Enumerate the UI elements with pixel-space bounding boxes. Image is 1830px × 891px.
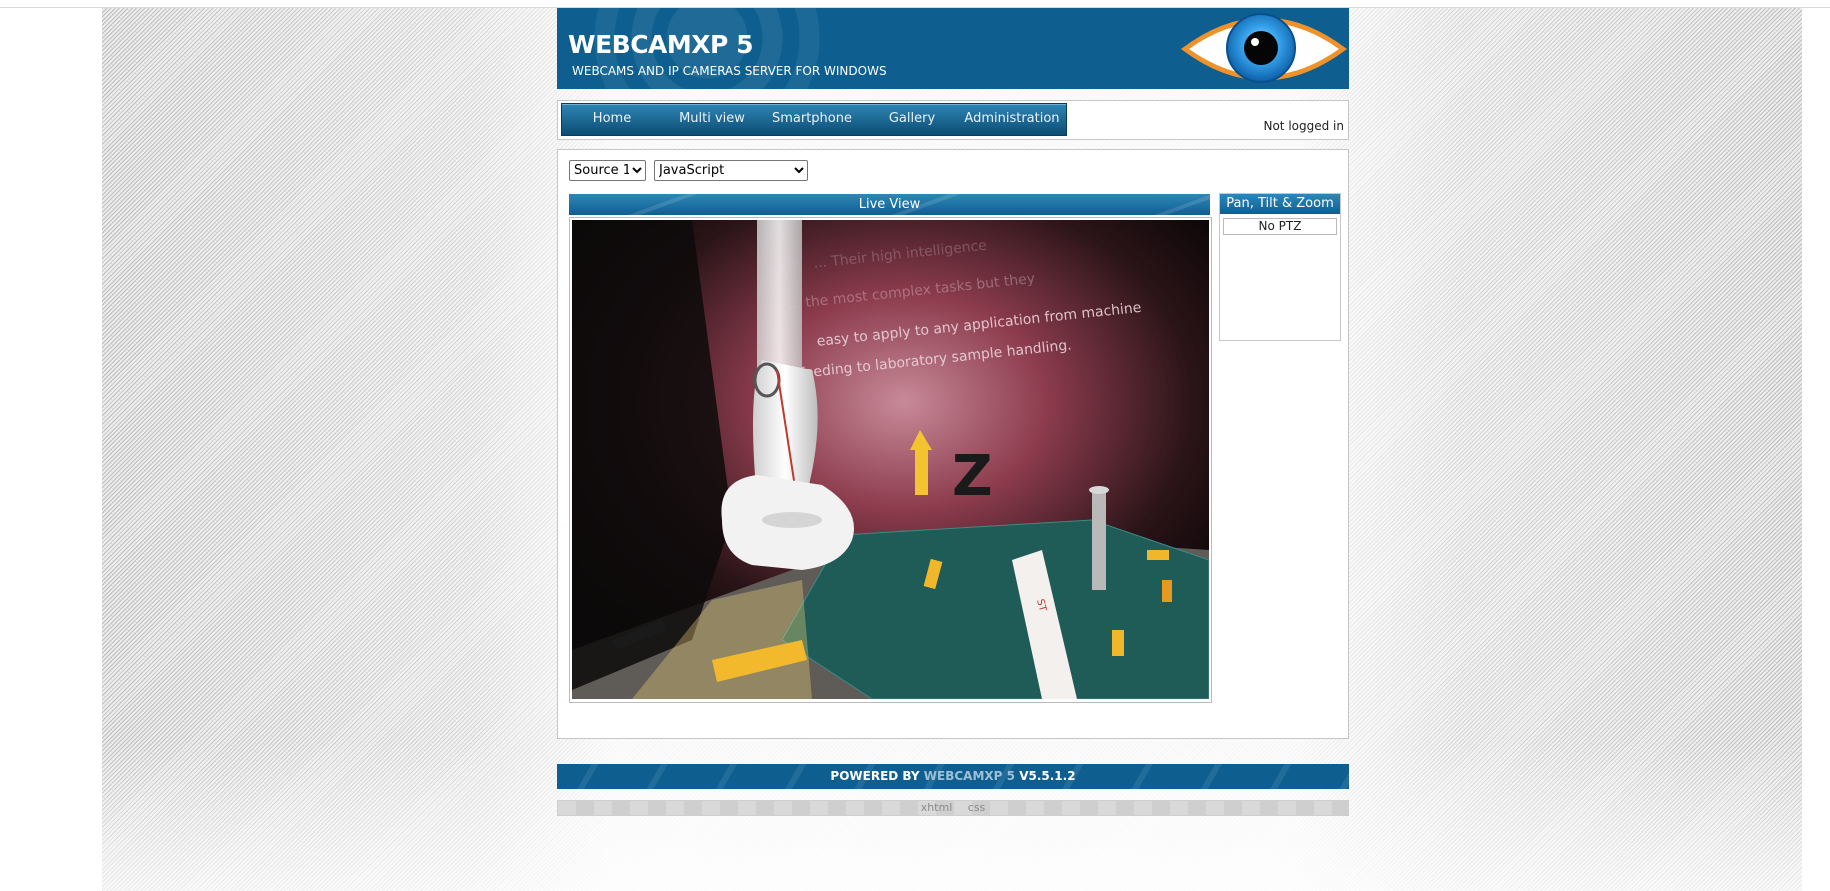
validator-links: xhtml css [557, 800, 1349, 816]
eye-logo-icon [1181, 13, 1347, 83]
source-select[interactable]: Source 1 [569, 160, 646, 181]
live-view-header: Live View [569, 194, 1210, 215]
footer-brand-link[interactable]: WEBCAMXP 5 [924, 769, 1015, 783]
camera-feed-image[interactable]: ... Their high intelligence ... the most… [572, 220, 1209, 699]
css-link[interactable]: css [968, 801, 986, 814]
site-header: WEBCAMXP 5 WEBCAMS AND IP CAMERAS SERVER… [557, 8, 1349, 89]
nav-home[interactable]: Home [562, 104, 662, 135]
live-view-frame: ... Their high intelligence ... the most… [569, 217, 1212, 703]
ptz-panel: Pan, Tilt & Zoom No PTZ [1219, 193, 1341, 341]
content-panel: Source 1 JavaScript Live View ... Their … [557, 149, 1349, 739]
footer-bar: POWERED BY WEBCAMXP 5 V5.5.1.2 [557, 764, 1349, 789]
main-menu: Home Multi view Smartphone Gallery Admin… [561, 103, 1067, 136]
nav-gallery[interactable]: Gallery [862, 104, 962, 135]
nav-bar: Home Multi view Smartphone Gallery Admin… [557, 100, 1349, 140]
site-subtitle: WEBCAMS AND IP CAMERAS SERVER FOR WINDOW… [572, 64, 887, 78]
site-title: WEBCAMXP 5 [568, 30, 753, 59]
ptz-header: Pan, Tilt & Zoom [1220, 194, 1340, 214]
xhtml-link[interactable]: xhtml [921, 801, 953, 814]
footer-version: V5.5.1.2 [1019, 769, 1076, 783]
nav-smartphone[interactable]: Smartphone [762, 104, 862, 135]
view-mode-select[interactable]: JavaScript [654, 160, 808, 181]
nav-multi-view[interactable]: Multi view [662, 104, 762, 135]
login-status: Not logged in [1263, 119, 1344, 133]
nav-administration[interactable]: Administration [962, 104, 1062, 135]
footer-prefix: POWERED BY [830, 769, 920, 783]
ptz-status: No PTZ [1223, 218, 1337, 235]
scene-letter: Z [952, 444, 993, 509]
